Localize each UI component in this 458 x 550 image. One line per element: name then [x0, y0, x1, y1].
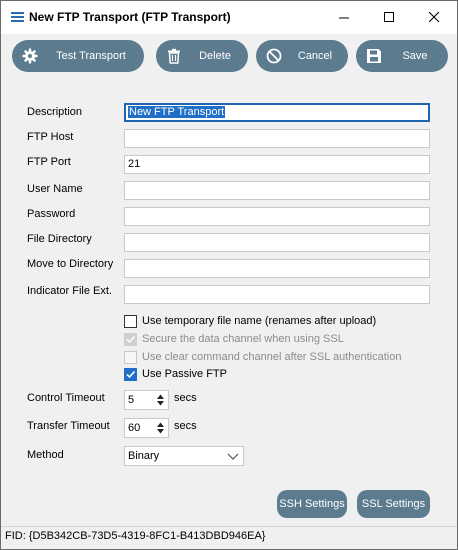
- ftp-host-label: FTP Host: [27, 131, 74, 143]
- temp-file-name-checkbox[interactable]: [124, 314, 137, 328]
- minimize-icon: [339, 17, 349, 19]
- description-label: Description: [27, 106, 83, 118]
- clear-command-channel-label: Use clear command channel after SSL auth…: [142, 351, 402, 363]
- control-timeout-unit: secs: [174, 392, 197, 404]
- close-button[interactable]: [412, 1, 457, 34]
- fid-text: FID: {D5B342CB-73D5-4319-8FC1-B413DBD946…: [5, 530, 266, 542]
- transfer-timeout-label: Transfer Timeout: [27, 420, 110, 432]
- move-to-directory-field[interactable]: [124, 259, 430, 278]
- transfer-timeout-value: 60: [128, 422, 141, 434]
- method-label: Method: [27, 449, 64, 461]
- user-name-field[interactable]: [124, 181, 430, 200]
- delete-label: Delete: [199, 50, 231, 62]
- ftp-port-field[interactable]: 21: [124, 155, 430, 174]
- checkmark-icon: [126, 370, 136, 378]
- status-bar: FID: {D5B342CB-73D5-4319-8FC1-B413DBD946…: [1, 526, 457, 549]
- transfer-timeout-unit: secs: [174, 420, 197, 432]
- clear-command-channel-option: Use clear command channel after SSL auth…: [124, 349, 401, 365]
- transfer-timeout-spinner[interactable]: 60: [124, 418, 169, 438]
- window-title: New FTP Transport (FTP Transport): [29, 10, 231, 24]
- indicator-file-ext-field[interactable]: [124, 285, 430, 304]
- passive-ftp-option[interactable]: Use Passive FTP: [124, 366, 227, 382]
- chevron-down-icon: [227, 453, 239, 460]
- indicator-file-ext-label: Indicator File Ext.: [27, 285, 112, 297]
- test-transport-button[interactable]: Test Transport: [12, 40, 144, 72]
- secure-data-channel-checkbox: [124, 332, 137, 346]
- save-button[interactable]: Save: [356, 40, 448, 72]
- secure-data-channel-label: Secure the data channel when using SSL: [142, 333, 344, 345]
- description-field[interactable]: New FTP Transport: [124, 103, 430, 122]
- maximize-icon: [384, 12, 394, 22]
- test-transport-label: Test Transport: [56, 50, 126, 62]
- temp-file-name-option[interactable]: Use temporary file name (renames after u…: [124, 313, 376, 329]
- cancel-label: Cancel: [297, 50, 333, 62]
- passive-ftp-label: Use Passive FTP: [142, 368, 227, 380]
- control-timeout-value: 5: [128, 394, 135, 406]
- cancel-button[interactable]: Cancel: [256, 40, 348, 72]
- minimize-button[interactable]: [322, 1, 367, 34]
- temp-file-name-label: Use temporary file name (renames after u…: [142, 315, 377, 327]
- secure-data-channel-option: Secure the data channel when using SSL: [124, 331, 344, 347]
- password-label: Password: [27, 208, 76, 220]
- clear-command-channel-checkbox: [124, 350, 137, 364]
- file-directory-field[interactable]: [124, 233, 430, 252]
- spinner-arrows-icon[interactable]: [156, 393, 165, 407]
- menu-lines-icon[interactable]: [11, 12, 24, 23]
- passive-ftp-checkbox[interactable]: [124, 367, 137, 381]
- trash-icon: [168, 48, 180, 64]
- ssh-settings-button[interactable]: SSH Settings: [277, 490, 347, 518]
- ftp-host-field[interactable]: [124, 129, 430, 148]
- floppy-disk-icon: [367, 49, 381, 63]
- ssl-settings-button[interactable]: SSL Settings: [357, 490, 430, 518]
- gear-icon: [22, 48, 38, 64]
- file-directory-label: File Directory: [27, 233, 92, 245]
- control-timeout-label: Control Timeout: [27, 392, 105, 404]
- ftp-transport-window: New FTP Transport (FTP Transport) Test T…: [0, 0, 458, 550]
- ftp-port-label: FTP Port: [27, 156, 71, 168]
- close-icon: [429, 12, 440, 23]
- description-value: New FTP Transport: [128, 106, 226, 118]
- user-name-label: User Name: [27, 183, 83, 195]
- method-value: Binary: [128, 450, 160, 462]
- password-field[interactable]: [124, 207, 430, 226]
- method-select[interactable]: Binary: [124, 446, 244, 466]
- delete-button[interactable]: Delete: [156, 40, 248, 72]
- save-label: Save: [402, 50, 428, 62]
- spinner-arrows-icon[interactable]: [156, 421, 165, 435]
- maximize-button[interactable]: [367, 1, 412, 34]
- checkmark-icon: [126, 335, 136, 343]
- move-to-directory-label: Move to Directory: [27, 258, 114, 270]
- no-entry-icon: [266, 48, 282, 64]
- control-timeout-spinner[interactable]: 5: [124, 390, 169, 410]
- title-bar: New FTP Transport (FTP Transport): [1, 1, 457, 34]
